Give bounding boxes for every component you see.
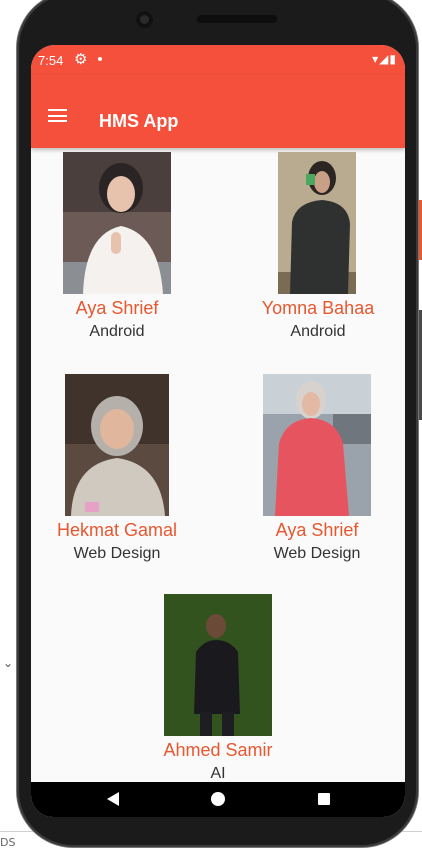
member-role: Android	[89, 323, 145, 340]
phone-frame: 7:54 ⚙ ▾◢▮ HMS App Aya Shrief Android Yo…	[17, 0, 418, 847]
ide-bottom-text: DS	[0, 836, 16, 849]
member-role: Web Design	[273, 545, 361, 562]
member-name: Hekmat Gamal	[56, 520, 178, 540]
page-title: HMS App	[99, 111, 179, 131]
camera-icon	[136, 11, 153, 28]
app-toolbar: HMS App	[31, 75, 405, 148]
team-grid: Aya Shrief Android Yomna Bahaa Android H…	[31, 148, 405, 817]
chevron-down-icon[interactable]: ⌄	[3, 656, 13, 670]
status-bar: 7:54 ⚙ ▾◢▮	[31, 45, 405, 75]
back-triangle-icon[interactable]	[107, 792, 119, 806]
member-photo	[65, 374, 169, 516]
system-nav-bar	[31, 782, 405, 817]
hamburger-menu-icon[interactable]	[48, 109, 67, 122]
member-photo	[263, 374, 371, 516]
member-photo	[164, 594, 272, 736]
app-screen: 7:54 ⚙ ▾◢▮ HMS App Aya Shrief Android Yo…	[31, 45, 405, 817]
status-time: 7:54	[38, 53, 64, 68]
member-role: AI	[210, 765, 226, 782]
member-name: Yomna Bahaa	[261, 298, 375, 318]
member-role: Web Design	[73, 545, 161, 562]
member-name: Aya Shrief	[75, 298, 159, 318]
signal-battery-icons: ▾◢▮	[372, 52, 397, 66]
member-name: Ahmed Samir	[163, 740, 273, 760]
speaker-grille	[197, 15, 277, 23]
member-role: Android	[290, 323, 346, 340]
member-photo	[63, 152, 171, 294]
member-photo	[278, 152, 356, 294]
home-circle-icon[interactable]	[211, 792, 225, 806]
member-name: Aya Shrief	[275, 520, 359, 540]
recents-square-icon[interactable]	[318, 793, 330, 805]
notification-dot-icon	[98, 57, 102, 61]
gear-icon: ⚙	[74, 50, 88, 68]
